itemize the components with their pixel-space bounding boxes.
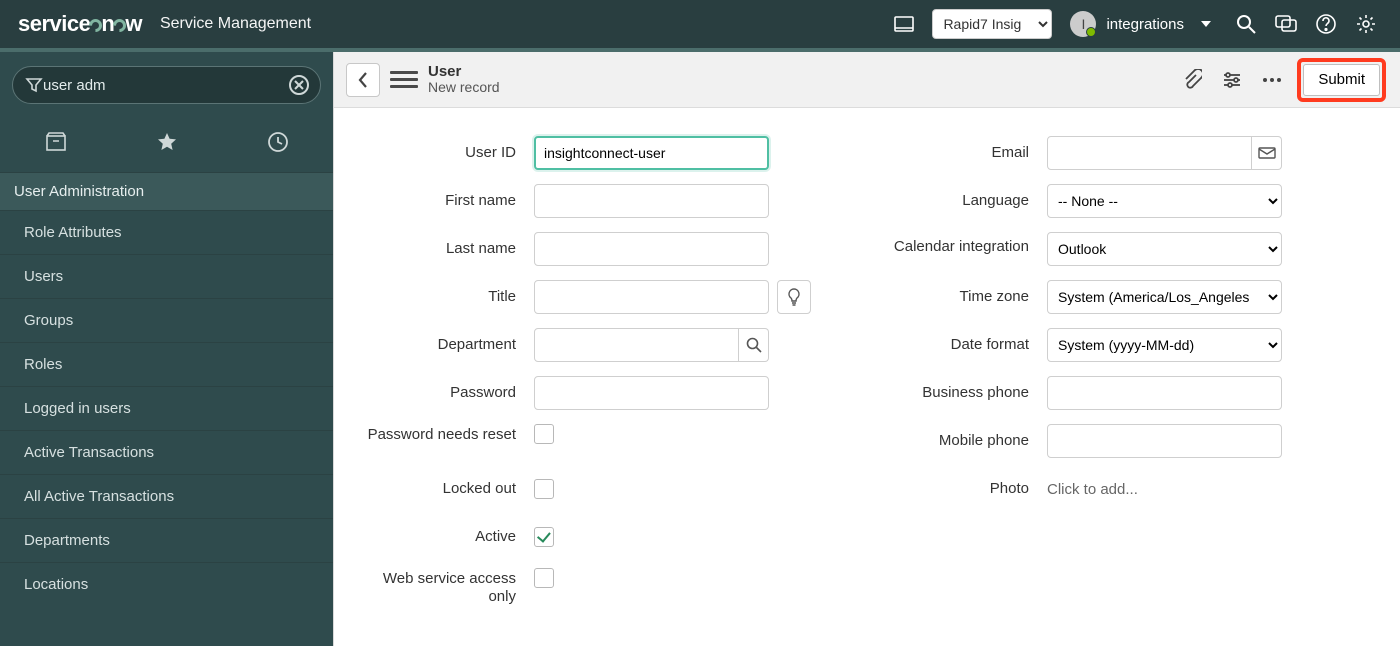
label-password: Password (354, 384, 534, 402)
pw-reset-checkbox[interactable] (534, 424, 554, 444)
avatar-initial: I (1081, 16, 1085, 32)
label-title: Title (354, 288, 534, 306)
clear-filter-icon[interactable] (288, 74, 310, 96)
active-checkbox[interactable] (534, 527, 554, 547)
nav-item-role-attributes[interactable]: Role Attributes (0, 210, 333, 254)
attachment-icon[interactable] (1177, 65, 1207, 95)
sidebar-tabs (0, 114, 333, 172)
label-first-name: First name (354, 192, 534, 210)
nav-item-logged-in-users[interactable]: Logged in users (0, 386, 333, 430)
label-language: Language (867, 192, 1047, 210)
label-department: Department (354, 336, 534, 354)
label-web-only: Web service access only (354, 568, 534, 606)
top-bar: servicenw Service Management Rapid7 Insi… (0, 0, 1400, 48)
label-active: Active (354, 528, 534, 546)
label-locked-out: Locked out (354, 480, 534, 498)
sidebar: User Administration Role Attributes User… (0, 52, 333, 646)
label-pw-reset: Password needs reset (354, 424, 534, 444)
photo-add-link[interactable]: Click to add... (1047, 481, 1138, 498)
filter-icon (25, 76, 43, 94)
form-left-column: User ID First name Last name Title (354, 136, 827, 620)
help-icon[interactable] (1314, 12, 1338, 36)
label-user-id: User ID (354, 144, 534, 162)
email-compose-icon[interactable] (1252, 136, 1282, 170)
email-input[interactable] (1047, 136, 1252, 170)
nav-item-all-active-transactions[interactable]: All Active Transactions (0, 474, 333, 518)
user-id-input[interactable] (534, 136, 769, 170)
form-record-subtitle: New record (428, 80, 500, 95)
search-icon[interactable] (1234, 12, 1258, 36)
mobile-phone-input[interactable] (1047, 424, 1282, 458)
logo-icon (87, 16, 105, 34)
nav-item-departments[interactable]: Departments (0, 518, 333, 562)
form-right-column: Email Language -- None -- (867, 136, 1340, 620)
form-header: User New record Submit (334, 52, 1400, 108)
avatar[interactable]: I (1070, 11, 1096, 37)
nav-item-locations[interactable]: Locations (0, 562, 333, 606)
title-suggest-icon[interactable] (777, 280, 811, 314)
submit-button[interactable]: Submit (1303, 64, 1380, 96)
last-name-input[interactable] (534, 232, 769, 266)
back-button[interactable] (346, 63, 380, 97)
label-dateformat: Date format (867, 336, 1047, 354)
dateformat-select[interactable]: System (yyyy-MM-dd) (1047, 328, 1282, 362)
window-icon[interactable] (892, 12, 916, 36)
history-tab-icon[interactable] (258, 126, 298, 158)
more-actions-icon[interactable] (1257, 65, 1287, 95)
nav-item-active-transactions[interactable]: Active Transactions (0, 430, 333, 474)
label-calendar: Calendar integration (867, 232, 1047, 256)
title-input[interactable] (534, 280, 769, 314)
filter-input[interactable] (43, 77, 288, 94)
label-bphone: Business phone (867, 384, 1047, 402)
logo-icon (111, 16, 129, 34)
timezone-select[interactable]: System (America/Los_Angeles (1047, 280, 1282, 314)
department-lookup-icon[interactable] (739, 328, 769, 362)
nav-item-users[interactable]: Users (0, 254, 333, 298)
user-menu-caret-icon[interactable] (1194, 12, 1218, 36)
app-title: Service Management (160, 15, 311, 33)
username[interactable]: integrations (1106, 16, 1184, 33)
submit-highlight: Submit (1297, 58, 1386, 102)
label-last-name: Last name (354, 240, 534, 258)
logo: servicenw (18, 11, 142, 37)
form-record-type: User (428, 64, 500, 81)
label-photo: Photo (867, 480, 1047, 498)
form-menu-icon[interactable] (390, 67, 418, 92)
gear-icon[interactable] (1354, 12, 1378, 36)
web-only-checkbox[interactable] (534, 568, 554, 588)
form-title-block: User New record (428, 64, 500, 96)
chat-icon[interactable] (1274, 12, 1298, 36)
label-mphone: Mobile phone (867, 432, 1047, 450)
calendar-select[interactable]: Outlook (1047, 232, 1282, 266)
nav-item-roles[interactable]: Roles (0, 342, 333, 386)
favorites-tab-icon[interactable] (147, 126, 187, 158)
content: User New record Submit (333, 52, 1400, 646)
label-email: Email (867, 144, 1047, 162)
form-body: User ID First name Last name Title (334, 108, 1400, 646)
nav-item-groups[interactable]: Groups (0, 298, 333, 342)
first-name-input[interactable] (534, 184, 769, 218)
all-apps-tab-icon[interactable] (36, 126, 76, 158)
label-timezone: Time zone (867, 288, 1047, 306)
language-select[interactable]: -- None -- (1047, 184, 1282, 218)
context-select[interactable]: Rapid7 Insig (932, 9, 1052, 39)
department-input[interactable] (534, 328, 739, 362)
personalize-icon[interactable] (1217, 65, 1247, 95)
filter-navigator (12, 66, 321, 104)
locked-out-checkbox[interactable] (534, 479, 554, 499)
sidebar-section-header[interactable]: User Administration (0, 172, 333, 210)
password-input[interactable] (534, 376, 769, 410)
business-phone-input[interactable] (1047, 376, 1282, 410)
